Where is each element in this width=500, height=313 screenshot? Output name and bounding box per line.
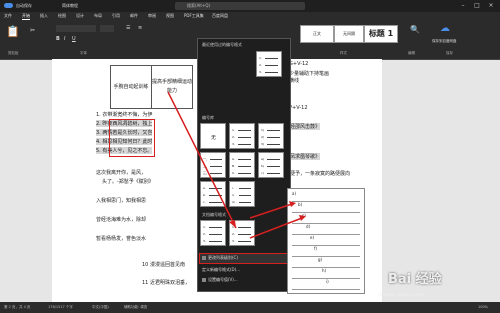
- watermark-logo: Bai 经验: [388, 272, 442, 287]
- numbering-tile[interactable]: 1. 2. 3.: [256, 51, 282, 77]
- right-paragraph[interactable]: 便予，一条寂寞的路便展向: [290, 170, 350, 177]
- menu-bar: 文件 开始 插入 绘图 设计 布局 引用 邮件 审阅 视图 PDF工具集 百度网…: [0, 12, 500, 21]
- paste-icon[interactable]: 📋: [6, 25, 20, 38]
- word-count: 176/1517 个字: [48, 305, 73, 309]
- recent-formats-header: 最近使用过的编号格式: [202, 42, 242, 47]
- page-count: 第 2 页，共 4 页: [4, 305, 31, 309]
- group-font: 字体: [80, 51, 87, 55]
- library-header: 编号库: [202, 115, 214, 120]
- menu-design[interactable]: 设计: [76, 13, 84, 19]
- autosave-toggle[interactable]: [4, 3, 13, 8]
- paragraph[interactable]: 11 近君明珠双泪垂，: [142, 279, 190, 286]
- numbering-tile-none[interactable]: 无: [200, 123, 226, 149]
- bullets-icon[interactable]: ☰: [126, 25, 130, 31]
- list-level-icon: [202, 256, 206, 260]
- preview-row[interactable]: f): [292, 246, 360, 257]
- numbering-dropdown[interactable]: 最近使用过的编号格式 1. 2. 3. 编号库 无 1. 2. 3. 1) 2)…: [197, 38, 291, 292]
- menu-file[interactable]: 文件: [4, 13, 12, 19]
- preview-row[interactable]: g): [292, 257, 360, 268]
- numbering-tile[interactable]: A. B. C.: [229, 152, 255, 178]
- preview-row[interactable]: c): [292, 213, 360, 224]
- table-cell[interactable]: P+V-12: [289, 105, 308, 111]
- group-save: 保存: [446, 51, 453, 55]
- baidu-save-label: 保存到百度网盘: [432, 39, 457, 43]
- baidu-cloud-icon[interactable]: ☁: [440, 23, 450, 34]
- table-cell[interactable]: G+V-12: [289, 61, 308, 67]
- doc-formats-header: 文档编号格式: [202, 212, 226, 217]
- menu-home[interactable]: 开始: [22, 13, 30, 20]
- numbering-tile[interactable]: 1. 2. 3.: [229, 123, 255, 149]
- style-heading-1[interactable]: 标题 1: [364, 25, 398, 43]
- menu-pdf[interactable]: PDF工具集: [184, 13, 204, 19]
- numbering-icon[interactable]: ≡: [138, 25, 142, 31]
- menu-view[interactable]: 视图: [166, 13, 174, 19]
- right-snippet[interactable]: 凤求凰琴歌》: [290, 153, 321, 160]
- table-cell[interactable]: 手腕自动起训练: [110, 65, 152, 109]
- menu-draw[interactable]: 绘图: [58, 13, 66, 19]
- underline-button[interactable]: U: [72, 36, 76, 42]
- set-numbering-value-item[interactable]: 设置编号值(V)...: [202, 277, 238, 283]
- menu-references[interactable]: 引用: [112, 13, 120, 19]
- cut-icon[interactable]: ✂: [30, 27, 35, 34]
- watermark-url: jingyan.baidu.com: [378, 292, 425, 298]
- style-normal[interactable]: 正文: [300, 25, 334, 43]
- numbering-tile[interactable]: a. b. c.: [200, 181, 226, 207]
- doc-title: 简体教程: [62, 3, 78, 8]
- status-bar: 第 2 页，共 4 页 176/1517 个字 中文(中国) 辅助功能: 调查 …: [0, 302, 500, 313]
- right-snippet[interactable]: 经邵风击鼓》: [290, 123, 321, 130]
- list-level-preview[interactable]: a) b) c) d) e) f) g) h) i): [287, 188, 365, 294]
- search-input[interactable]: 搜索(Alt+Q): [175, 2, 305, 10]
- group-editing: 编辑: [408, 51, 415, 55]
- numbering-tile[interactable]: 1. 2. 3.: [200, 220, 226, 246]
- set-value-icon: [202, 278, 206, 282]
- paragraph[interactable]: 暂看杨杨发，誉色淡水: [96, 235, 146, 242]
- preview-row[interactable]: d): [292, 224, 360, 235]
- paragraph[interactable]: 曾经沧海难为水，除却: [96, 216, 146, 223]
- numbering-tile[interactable]: i. ii. iii.: [229, 181, 255, 207]
- menu-insert[interactable]: 插入: [40, 13, 48, 19]
- preview-row[interactable]: a): [292, 191, 360, 202]
- numbering-tile[interactable]: 1. 2. 3.: [229, 220, 255, 246]
- numbering-tile[interactable]: 1) 2) 3): [258, 123, 284, 149]
- font-name-select[interactable]: [56, 25, 96, 32]
- close-button[interactable]: ×: [486, 2, 496, 10]
- bold-button[interactable]: B: [56, 36, 60, 42]
- paragraph[interactable]: 这次我离开你，是风，: [96, 169, 146, 176]
- change-list-level-item[interactable]: 更改列表级别(C): [202, 255, 238, 261]
- font-size-select[interactable]: [100, 25, 114, 32]
- title-bar: 自动保存 简体教程 搜索(Alt+Q) – □ ×: [0, 0, 500, 12]
- list-item[interactable]: 1. 衣带渐宽终不悔，为伊: [96, 111, 152, 118]
- right-table: G+V-12 少量辅助下持笔画横线 P+V-12: [285, 59, 380, 119]
- menu-mailings[interactable]: 邮件: [130, 13, 138, 19]
- preview-row[interactable]: b): [292, 202, 360, 213]
- find-icon[interactable]: 🔍: [410, 25, 420, 34]
- doc-table: 手腕自动起训练 提高手部精细运动能力: [110, 65, 193, 109]
- numbering-tile[interactable]: a) b) c): [258, 152, 284, 178]
- preview-row[interactable]: h): [292, 268, 360, 279]
- menu-baidu[interactable]: 百度网盘: [212, 13, 228, 19]
- italic-button[interactable]: I: [64, 36, 65, 42]
- menu-review[interactable]: 审阅: [148, 13, 156, 19]
- group-clipboard: 剪贴板: [8, 51, 19, 55]
- zoom-level: 100%: [478, 305, 489, 309]
- language: 中文(中国): [92, 305, 109, 309]
- paragraph[interactable]: 头了。-郑愁予《赋别》: [102, 178, 154, 185]
- autosave-label: 自动保存: [16, 3, 32, 8]
- preview-row[interactable]: e): [292, 235, 360, 246]
- paragraph[interactable]: 10 漫漫遥回首见南: [142, 261, 185, 268]
- preview-row[interactable]: i): [292, 279, 360, 290]
- minimize-button[interactable]: –: [458, 2, 468, 10]
- paragraph[interactable]: 入我相思门，知我相思: [96, 197, 146, 204]
- table-cell[interactable]: 少量辅助下持笔画横线: [289, 71, 329, 85]
- maximize-button[interactable]: □: [472, 2, 482, 10]
- menu-layout[interactable]: 布局: [94, 13, 102, 19]
- highlight-box: [109, 119, 155, 157]
- table-cell[interactable]: 提高手部精细运动能力: [151, 65, 193, 109]
- define-new-format-item[interactable]: 定义新编号格式(D)...: [202, 267, 240, 273]
- numbering-tile[interactable]: 一、 二、 三、: [200, 152, 226, 178]
- accessibility: 辅助功能: 调查: [124, 305, 148, 309]
- style-no-spacing[interactable]: 无间隔: [334, 25, 364, 43]
- group-styles: 样式: [340, 51, 347, 55]
